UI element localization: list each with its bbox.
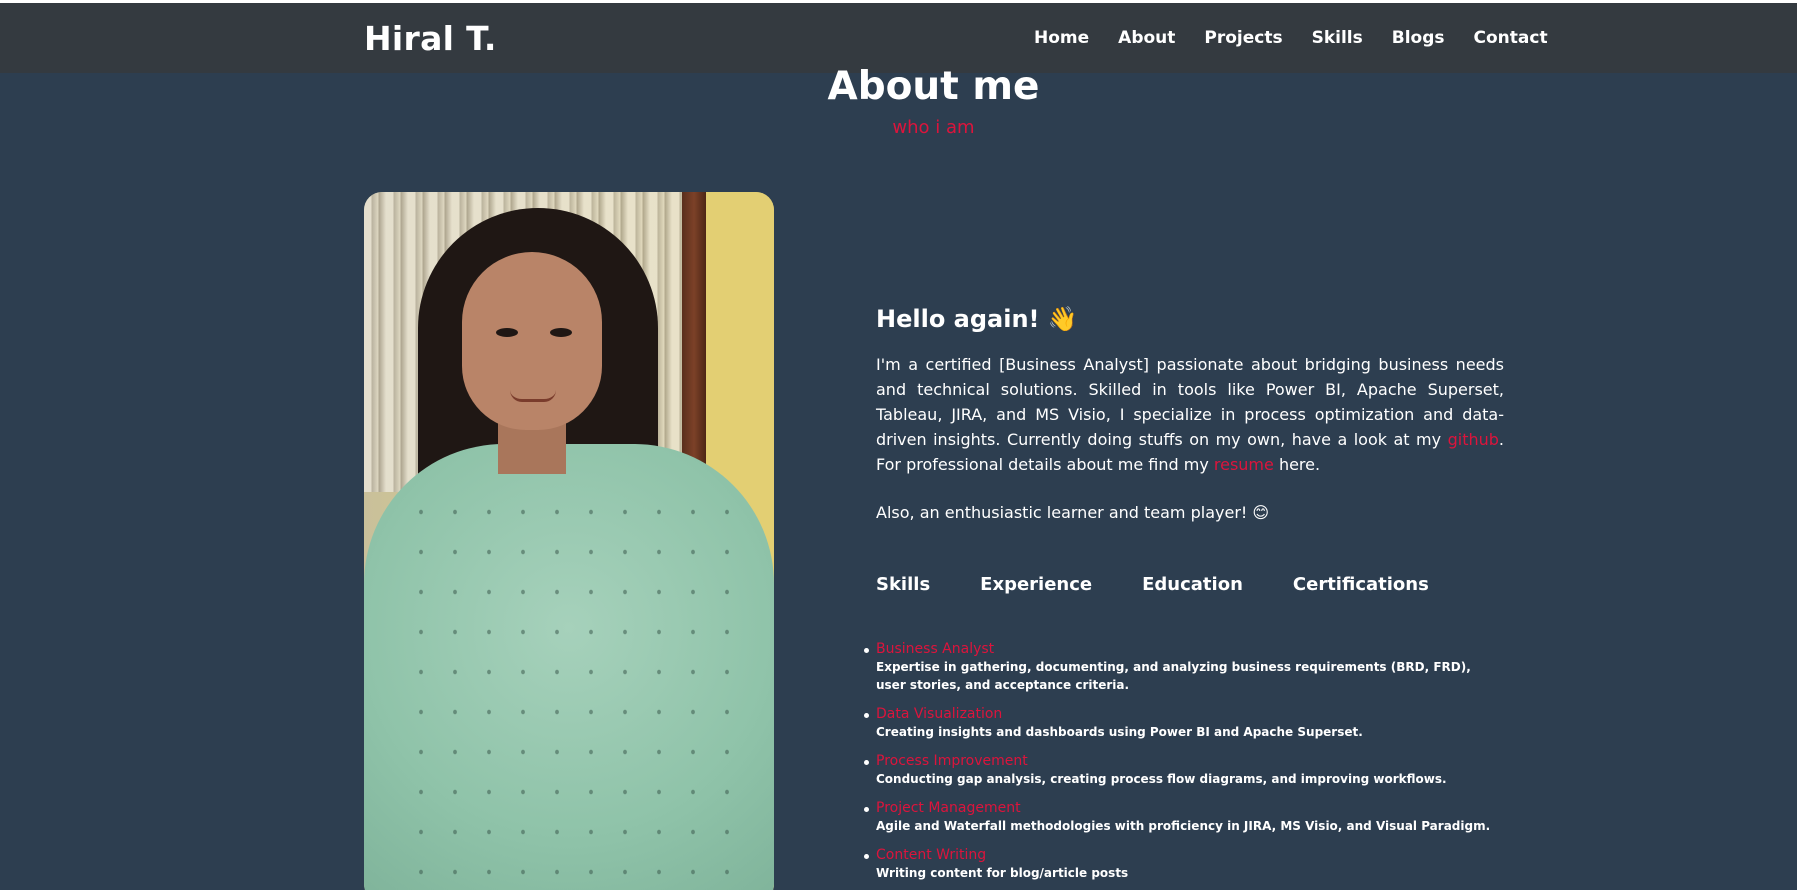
tab-certifications[interactable]: Certifications: [1293, 574, 1429, 595]
nav-about[interactable]: About: [1118, 28, 1175, 48]
brand-logo[interactable]: Hiral T.: [364, 19, 497, 58]
skill-name: Project Management: [876, 800, 1021, 816]
list-item: Business Analyst Expertise in gathering,…: [864, 640, 1504, 694]
skill-description: Expertise in gathering, documenting, and…: [876, 660, 1471, 692]
intro-text-1: I'm a certified [Business Analyst] passi…: [876, 355, 1504, 449]
skill-name: Content Writing: [876, 847, 987, 863]
nav-home[interactable]: Home: [1034, 28, 1089, 48]
nav-skills[interactable]: Skills: [1312, 28, 1363, 48]
skills-list: Business Analyst Expertise in gathering,…: [864, 640, 1504, 890]
tab-experience[interactable]: Experience: [980, 574, 1092, 595]
list-item: Data Visualization Creating insights and…: [864, 705, 1504, 741]
intro-paragraph: I'm a certified [Business Analyst] passi…: [876, 352, 1504, 477]
skill-description: Conducting gap analysis, creating proces…: [876, 772, 1447, 786]
skill-name: Data Visualization: [876, 706, 1003, 722]
profile-photo: [364, 192, 774, 890]
tab-education[interactable]: Education: [1142, 574, 1243, 595]
photo-mouth: [510, 390, 556, 402]
intro-text-3: here.: [1273, 455, 1321, 474]
nav-contact[interactable]: Contact: [1474, 28, 1548, 48]
skill-description: Creating insights and dashboards using P…: [876, 725, 1363, 739]
skill-description: Agile and Waterfall methodologies with p…: [876, 819, 1491, 833]
navbar: Hiral T. Home About Projects Skills Blog…: [0, 3, 1797, 73]
photo-face: [462, 252, 602, 430]
list-item: Content Writing Writing content for blog…: [864, 846, 1504, 882]
photo-eye-left: [496, 328, 518, 337]
learner-text: Also, an enthusiastic learner and team p…: [876, 503, 1270, 522]
photo-shirt-pattern: [404, 492, 734, 890]
tab-skills[interactable]: Skills: [876, 574, 930, 595]
skill-name: Business Analyst: [876, 641, 995, 657]
about-tabs: Skills Experience Education Certificatio…: [876, 574, 1429, 595]
nav-links: Home About Projects Skills Blogs Contact: [1034, 28, 1548, 48]
nav-blogs[interactable]: Blogs: [1392, 28, 1445, 48]
skill-name: Process Improvement: [876, 753, 1028, 769]
list-item: Project Management Agile and Waterfall m…: [864, 799, 1504, 835]
greeting-heading: Hello again! 👋: [876, 305, 1078, 333]
nav-projects[interactable]: Projects: [1204, 28, 1282, 48]
github-link[interactable]: github: [1448, 430, 1499, 449]
resume-link[interactable]: resume: [1214, 455, 1274, 474]
photo-eye-right: [550, 328, 572, 337]
section-subtitle: who i am: [892, 117, 975, 138]
section-title: About me: [827, 64, 1040, 109]
skill-description: Writing content for blog/article posts: [876, 866, 1129, 880]
list-item: Process Improvement Conducting gap analy…: [864, 752, 1504, 788]
